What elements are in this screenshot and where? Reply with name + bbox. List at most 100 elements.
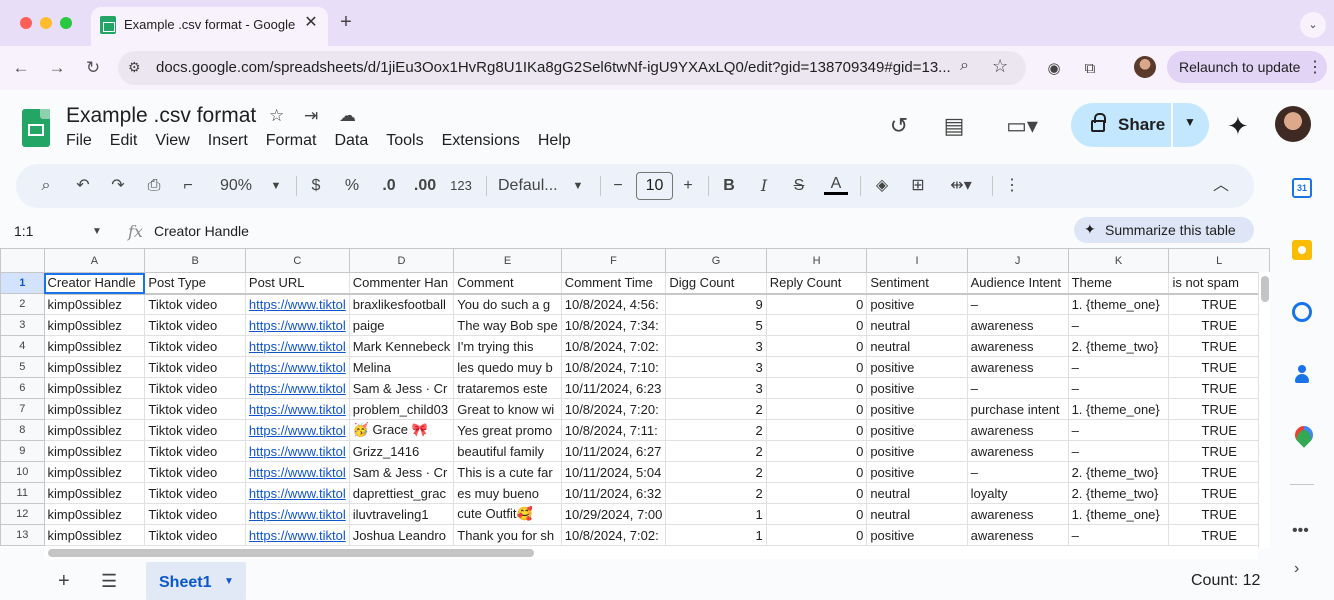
cell[interactable]: Tiktok video (144, 461, 246, 483)
paint-format-icon[interactable]: ⌐ (178, 175, 198, 197)
cell[interactable]: 🥳 Grace 🎀 (348, 419, 455, 441)
cell[interactable]: 10/11/2024, 6:27 (560, 440, 667, 462)
cell[interactable]: Tiktok video (144, 440, 246, 462)
cell[interactable]: purchase intent (966, 398, 1069, 420)
vertical-scrollbar[interactable] (1258, 272, 1270, 548)
cell[interactable]: 2. {theme_two} (1067, 482, 1170, 504)
cell[interactable]: https://www.tiktol (244, 461, 350, 483)
column-header-a[interactable]: A (43, 248, 146, 273)
tab-close-icon[interactable]: ✕ (301, 13, 321, 33)
gemini-sparkle-icon[interactable]: ✦ (1227, 111, 1249, 142)
minimize-window-icon[interactable] (40, 17, 52, 29)
expand-panel-icon[interactable]: › (1294, 560, 1299, 578)
cell[interactable]: kimp0ssiblez (43, 440, 146, 462)
cell[interactable]: 10/8/2024, 7:02: (560, 524, 667, 546)
cell[interactable]: TRUE (1168, 524, 1270, 546)
cell[interactable]: TRUE (1168, 503, 1270, 525)
name-box[interactable]: 1:1 (14, 223, 33, 239)
header-cell[interactable]: Comment Time (560, 272, 667, 295)
search-menus-icon[interactable]: ⌕ (36, 175, 56, 197)
cell[interactable]: I'm trying this (453, 335, 562, 357)
cell[interactable]: kimp0ssiblez (43, 482, 146, 504)
extensions-puzzle-icon[interactable]: ⧉ (1079, 58, 1101, 80)
all-sheets-icon[interactable]: ☰ (101, 571, 117, 592)
cell[interactable]: 0 (765, 356, 868, 378)
italic-icon[interactable]: I (755, 175, 773, 197)
share-dropdown-icon[interactable]: ▼ (1184, 115, 1196, 129)
cell[interactable]: trataremos este (453, 377, 562, 399)
zoom-select[interactable]: 90% (216, 175, 256, 197)
decrease-decimal-button[interactable]: .0 (377, 175, 401, 197)
cell[interactable]: 0 (765, 335, 868, 357)
header-cell[interactable]: Commenter Han (348, 272, 455, 295)
back-icon[interactable]: ← (9, 56, 33, 80)
cell[interactable]: – (1067, 356, 1170, 378)
cell[interactable]: kimp0ssiblez (43, 335, 146, 357)
move-folder-icon[interactable]: ⇥ (304, 106, 318, 126)
cell[interactable]: 0 (765, 461, 868, 483)
cell[interactable]: https://www.tiktol (244, 503, 350, 525)
cell[interactable]: positive (866, 440, 968, 462)
cell[interactable]: TRUE (1168, 335, 1270, 357)
cell[interactable]: les quedo muy b (453, 356, 562, 378)
menu-data[interactable]: Data (334, 132, 368, 152)
cell[interactable]: awareness (966, 419, 1069, 441)
meet-video-icon[interactable]: ▭▾ (1000, 112, 1044, 140)
cell[interactable]: TRUE (1168, 293, 1270, 315)
cell[interactable]: – (1067, 419, 1170, 441)
cell[interactable]: 0 (765, 440, 868, 462)
column-header-j[interactable]: J (966, 248, 1069, 273)
cell[interactable]: 10/8/2024, 7:10: (560, 356, 667, 378)
cell[interactable]: 3 (665, 356, 767, 378)
increase-font-size-icon[interactable]: + (680, 175, 696, 197)
font-select[interactable]: Defaul... (498, 175, 562, 197)
bookmark-star-icon[interactable]: ☆ (992, 56, 1008, 77)
column-header-f[interactable]: F (560, 248, 667, 273)
cell[interactable]: kimp0ssiblez (43, 356, 146, 378)
borders-icon[interactable]: ⊞ (908, 175, 928, 197)
cell[interactable]: positive (866, 377, 968, 399)
cell[interactable]: – (1067, 440, 1170, 462)
font-size-input[interactable]: 10 (636, 172, 673, 200)
text-color-icon[interactable]: A (824, 175, 848, 195)
cell[interactable]: Tiktok video (144, 398, 246, 420)
cell[interactable]: beautiful family (453, 440, 562, 462)
cell[interactable]: Tiktok video (144, 293, 246, 315)
contacts-icon[interactable] (1292, 364, 1312, 384)
extension-icon[interactable]: ◉ (1043, 58, 1065, 80)
number-format-button[interactable]: 123 (448, 175, 474, 197)
cell[interactable]: 10/11/2024, 6:32 (560, 482, 667, 504)
header-cell[interactable]: Creator Handle (43, 272, 146, 295)
cell[interactable]: kimp0ssiblez (43, 461, 146, 483)
column-header-e[interactable]: E (453, 248, 562, 273)
row-header[interactable]: 4 (0, 335, 45, 357)
cell[interactable]: – (1067, 377, 1170, 399)
account-avatar[interactable] (1275, 106, 1311, 142)
cell[interactable]: This is a cute far (453, 461, 562, 483)
row-header[interactable]: 3 (0, 314, 45, 336)
cell[interactable]: https://www.tiktol (244, 314, 350, 336)
name-box-dropdown-icon[interactable]: ▼ (92, 226, 102, 237)
cell[interactable]: 0 (765, 377, 868, 399)
cell[interactable]: – (966, 293, 1069, 315)
header-cell[interactable]: Audience Intent (966, 272, 1069, 295)
more-addons-icon[interactable]: ••• (1292, 522, 1309, 540)
cell[interactable]: Sam & Jess · Cr (348, 461, 455, 483)
column-header-d[interactable]: D (348, 248, 455, 273)
reload-icon[interactable]: ↻ (81, 56, 105, 80)
row-header[interactable]: 1 (0, 272, 45, 294)
row-header[interactable]: 12 (0, 503, 45, 525)
cell[interactable]: positive (866, 398, 968, 420)
cell[interactable]: 10/11/2024, 5:04 (560, 461, 667, 483)
cell[interactable]: Grizz_1416 (348, 440, 455, 462)
print-icon[interactable]: ⎙ (144, 175, 164, 197)
cell[interactable]: TRUE (1168, 377, 1270, 399)
cell[interactable]: – (1067, 524, 1170, 546)
cell[interactable]: cute Outfit🥰 (453, 503, 562, 525)
cell[interactable]: 10/8/2024, 7:34: (560, 314, 667, 336)
cell[interactable]: TRUE (1168, 356, 1270, 378)
cell[interactable]: neutral (866, 482, 968, 504)
undo-icon[interactable]: ↶ (73, 175, 93, 197)
cell[interactable]: 10/8/2024, 4:56: (560, 293, 667, 315)
tab-search-chevron-icon[interactable]: ⌄ (1300, 12, 1326, 38)
